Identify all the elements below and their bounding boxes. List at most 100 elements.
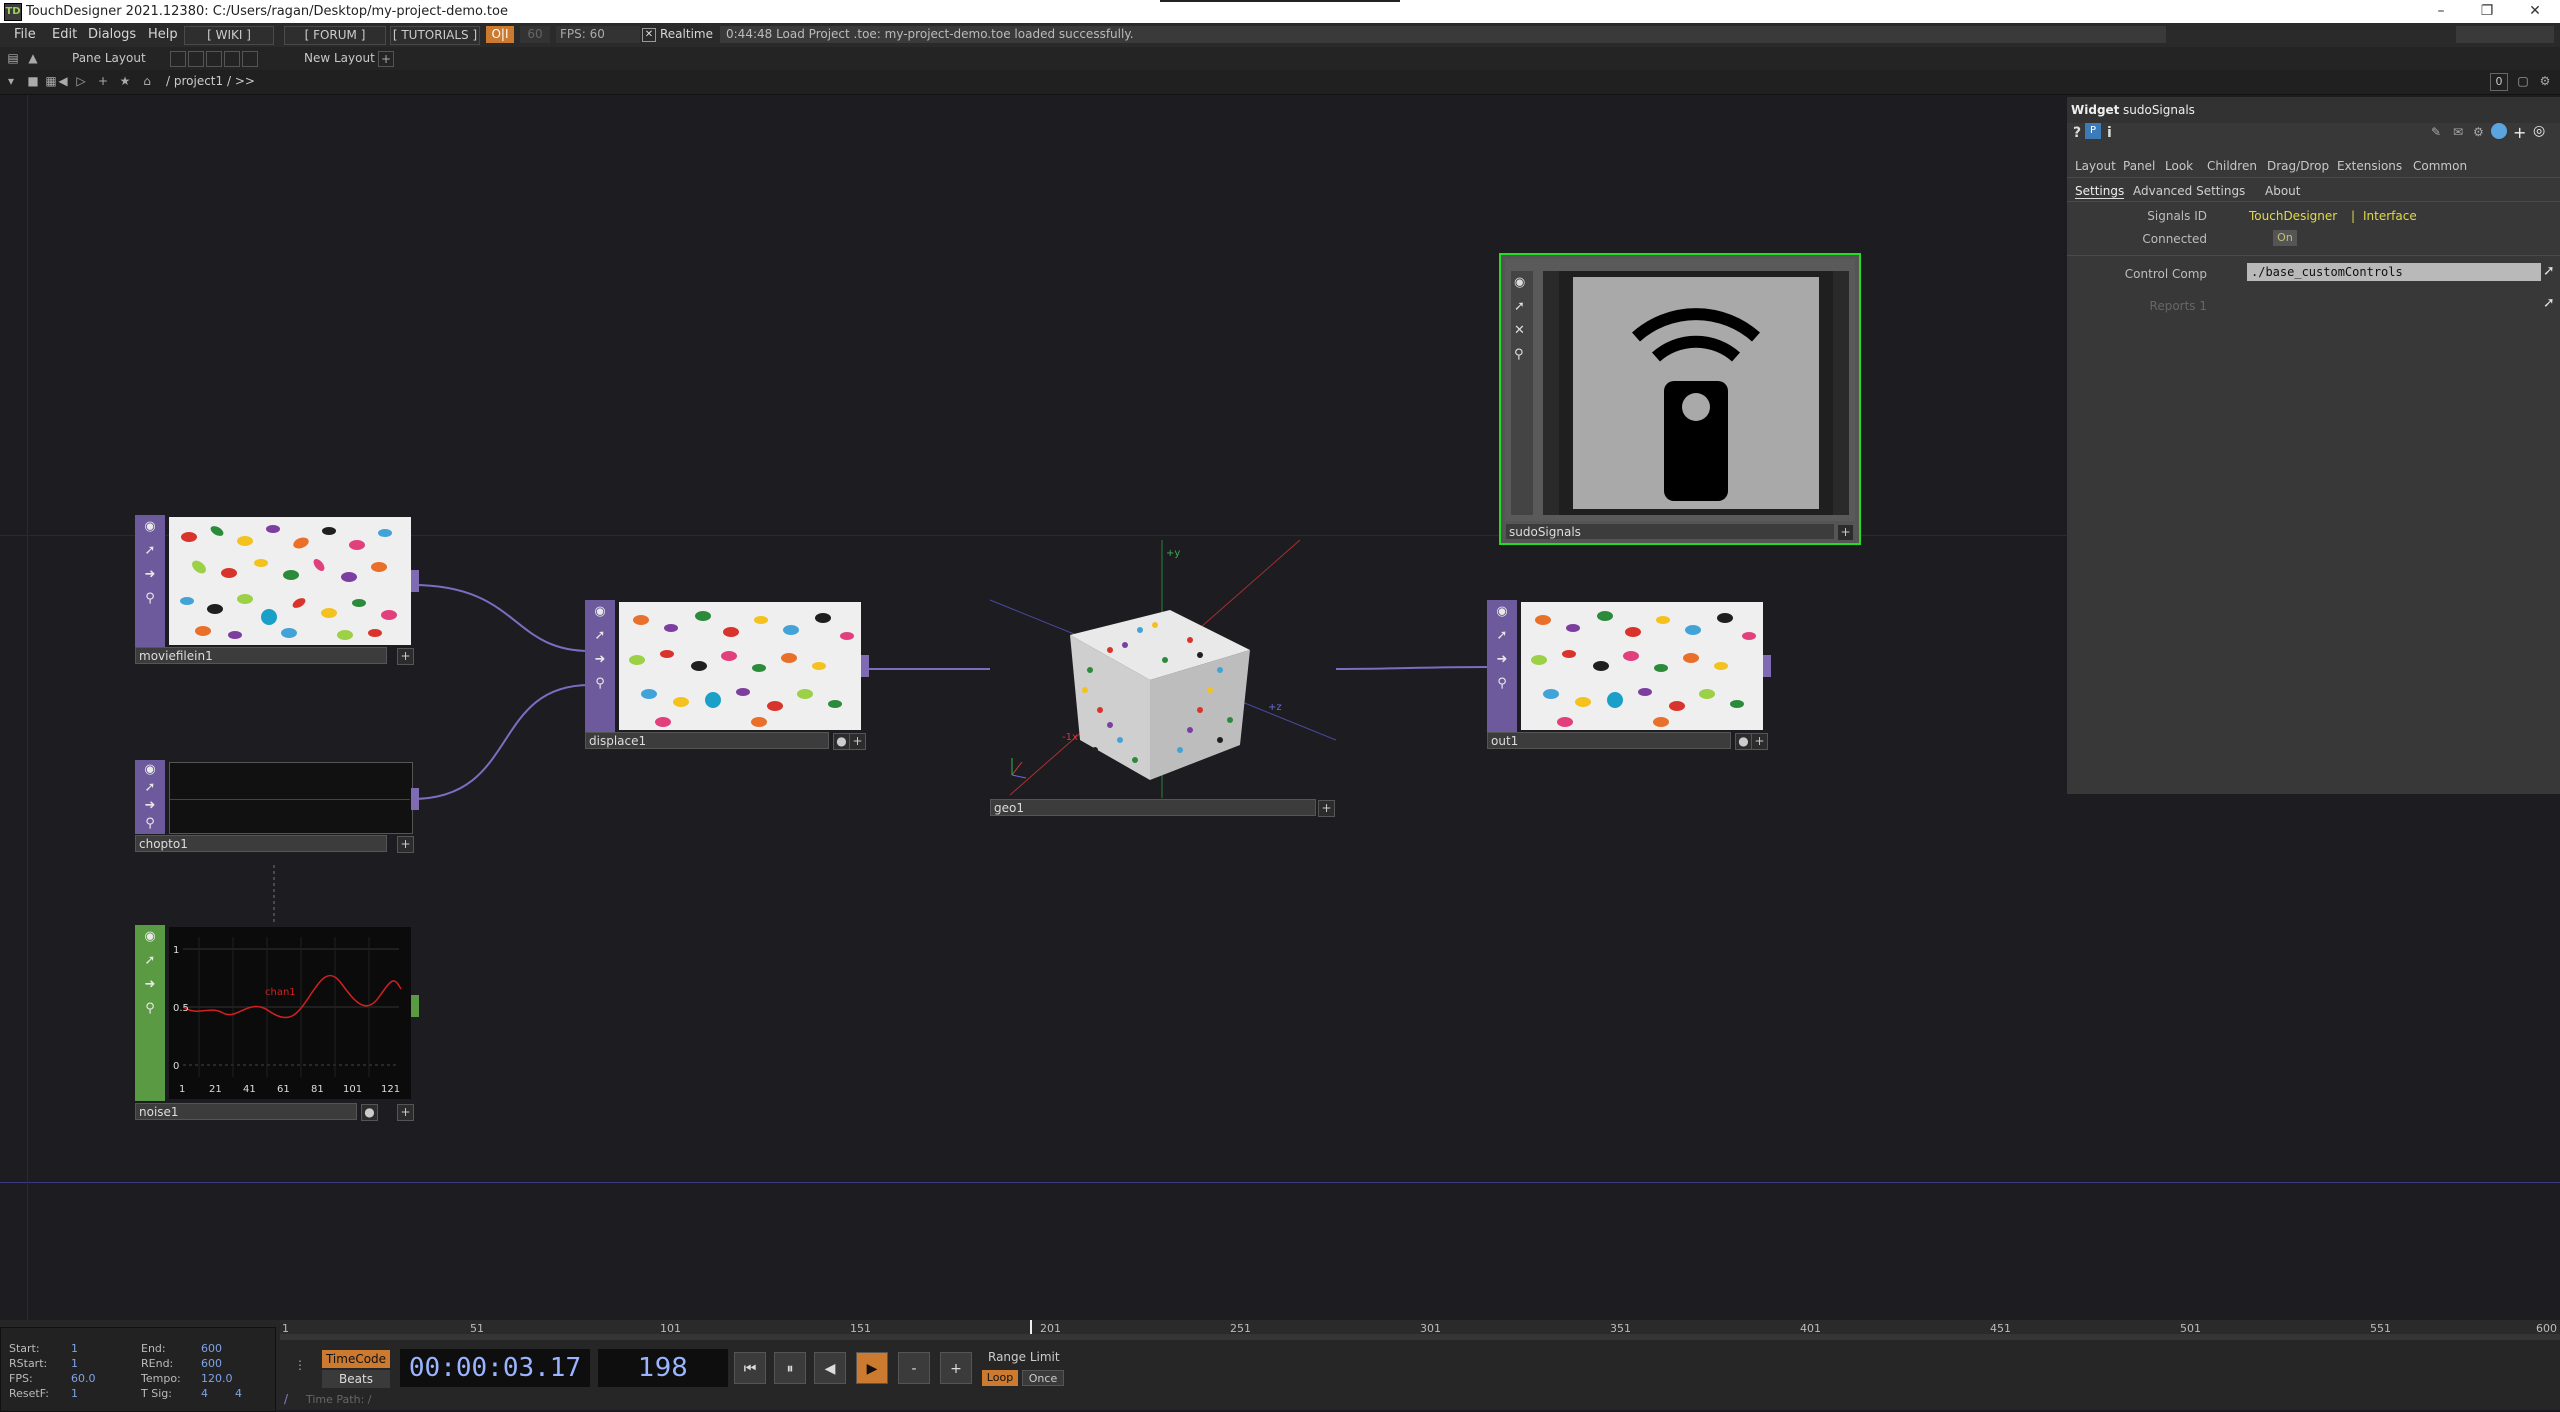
- beats-mode-button[interactable]: Beats: [322, 1370, 390, 1388]
- home-icon[interactable]: ⌂: [140, 74, 154, 88]
- playhead[interactable]: [1030, 1320, 1032, 1334]
- close-icon[interactable]: ✕: [2512, 0, 2558, 23]
- pick-op-icon[interactable]: ➚: [2543, 263, 2555, 279]
- display-icon[interactable]: ➜: [592, 652, 608, 668]
- viewer-icon[interactable]: ◉: [142, 929, 158, 945]
- forward-icon[interactable]: ▷: [74, 74, 88, 88]
- menu-dialogs[interactable]: Dialogs: [88, 27, 136, 42]
- node-label[interactable]: geo1: [990, 799, 1316, 816]
- target-icon[interactable]: ◎: [2533, 123, 2545, 139]
- back-icon[interactable]: ◀: [56, 74, 70, 88]
- bypass-icon[interactable]: ➚: [1494, 628, 1510, 644]
- timeline-range-bar[interactable]: [280, 1334, 2560, 1340]
- add-node-icon[interactable]: +: [397, 836, 414, 853]
- node-noise[interactable]: ◉ ➚ ➜ ⚲ 1 0.5 0 chan1 1 21 41 61 81 101 …: [135, 925, 419, 1121]
- add-node-icon[interactable]: +: [1318, 800, 1335, 817]
- start-value[interactable]: 1: [71, 1342, 78, 1355]
- output-connector[interactable]: [411, 570, 419, 592]
- network-path[interactable]: / project1 / >>: [166, 74, 255, 88]
- tempo-value[interactable]: 120.0: [201, 1372, 233, 1385]
- settings-icon[interactable]: ⚙: [2538, 74, 2552, 88]
- tab-drag-drop[interactable]: Drag/Drop: [2267, 159, 2329, 173]
- node-label[interactable]: displace1: [585, 732, 829, 749]
- operator-name[interactable]: sudoSignals: [2123, 103, 2195, 117]
- step-back-button[interactable]: ◀: [814, 1352, 846, 1384]
- output-connector[interactable]: [861, 655, 869, 677]
- dropdown-icon[interactable]: ▾: [4, 74, 18, 88]
- tab-common[interactable]: Common: [2413, 159, 2467, 173]
- layout-three-icon[interactable]: [224, 51, 240, 67]
- resetf-value[interactable]: 1: [71, 1387, 78, 1400]
- node-out[interactable]: ◉ ➚ ➜ ⚲ out1 ● +: [1487, 600, 1771, 750]
- display-icon[interactable]: ➜: [142, 977, 158, 993]
- layout-hsplit-icon[interactable]: [206, 51, 222, 67]
- tsig-value-1[interactable]: 4: [201, 1387, 208, 1400]
- node-chopto[interactable]: ◉ ➚ ➜ ⚲ chopto1 +: [135, 760, 419, 853]
- pane-layout-label[interactable]: Pane Layout: [72, 51, 146, 65]
- node-displace[interactable]: ◉ ➚ ➜ ⚲ displace1 ● +: [585, 600, 869, 750]
- python-help-icon[interactable]: P: [2085, 123, 2101, 139]
- realtime-checkbox[interactable]: ✕: [642, 28, 656, 42]
- node-label[interactable]: moviefilein1: [135, 647, 387, 664]
- menu-edit[interactable]: Edit: [52, 27, 77, 42]
- node-moviefilein[interactable]: ◉ ➚ ➜ ⚲ moviefilein1 +: [135, 515, 419, 665]
- viewer-icon[interactable]: ◉: [142, 519, 158, 535]
- display-icon[interactable]: ➜: [142, 567, 158, 583]
- rewind-button[interactable]: ⏮: [734, 1352, 766, 1384]
- play-button[interactable]: ▶: [856, 1352, 888, 1384]
- lock-icon[interactable]: ⚲: [592, 676, 608, 692]
- rend-value[interactable]: 600: [201, 1357, 222, 1370]
- layout-single-icon[interactable]: [170, 51, 186, 67]
- edit-icon[interactable]: ✎: [2431, 125, 2441, 139]
- step-minus-button[interactable]: -: [898, 1352, 930, 1384]
- flag-icon[interactable]: ●: [361, 1104, 378, 1121]
- output-connector[interactable]: [1763, 655, 1771, 677]
- display-icon[interactable]: ➜: [1494, 652, 1510, 668]
- display-icon[interactable]: ➜: [142, 798, 158, 814]
- forum-button[interactable]: [ FORUM ]: [284, 26, 386, 45]
- viewer-icon[interactable]: ◉: [1494, 604, 1510, 620]
- node-label[interactable]: noise1: [135, 1103, 357, 1120]
- stop-icon[interactable]: ■: [26, 74, 40, 88]
- step-plus-button[interactable]: +: [940, 1352, 972, 1384]
- end-value[interactable]: 600: [201, 1342, 222, 1355]
- bookmark-star-icon[interactable]: ★: [118, 74, 132, 88]
- pause-button[interactable]: ⏸: [774, 1352, 806, 1384]
- subtab-advanced-settings[interactable]: Advanced Settings: [2133, 184, 2245, 198]
- add-node-icon[interactable]: +: [1751, 733, 1768, 750]
- output-connector[interactable]: [411, 995, 419, 1017]
- signals-id-interface[interactable]: Interface: [2363, 209, 2417, 223]
- menu-dots-icon[interactable]: ⋮: [294, 1358, 306, 1372]
- tab-layout[interactable]: Layout: [2075, 159, 2116, 173]
- loop-button[interactable]: Loop: [982, 1370, 1018, 1386]
- tab-panel[interactable]: Panel: [2123, 159, 2155, 173]
- bypass-icon[interactable]: ➚: [592, 628, 608, 644]
- add-node-icon[interactable]: +: [1837, 524, 1854, 541]
- bypass-icon[interactable]: ➚: [1514, 299, 1525, 314]
- connected-toggle[interactable]: On: [2273, 230, 2297, 246]
- search-field[interactable]: [2456, 26, 2554, 43]
- help-icon[interactable]: ?: [2073, 125, 2081, 141]
- node-icon[interactable]: ⚙: [2473, 125, 2484, 139]
- lock-icon[interactable]: ⚲: [142, 1001, 158, 1017]
- frame-display[interactable]: 198: [598, 1349, 728, 1387]
- tutorials-button[interactable]: [ TUTORIALS ]: [390, 26, 480, 45]
- lock-icon[interactable]: ⚲: [1494, 676, 1510, 692]
- lock-icon[interactable]: ⚲: [142, 816, 158, 832]
- once-button[interactable]: Once: [1022, 1370, 1064, 1386]
- timecode-display[interactable]: 00:00:03.17: [400, 1349, 590, 1387]
- menu-help[interactable]: Help: [148, 27, 178, 42]
- restore-icon[interactable]: ❐: [2464, 0, 2510, 23]
- viewer-icon[interactable]: ◉: [592, 604, 608, 620]
- node-label[interactable]: sudoSignals: [1505, 523, 1835, 540]
- viewer-icon[interactable]: ◉: [142, 762, 158, 778]
- node-label[interactable]: chopto1: [135, 835, 387, 852]
- signals-id-value[interactable]: TouchDesigner: [2249, 209, 2337, 223]
- tsig-value-2[interactable]: 4: [235, 1387, 242, 1400]
- pick-op-icon[interactable]: ➚: [2543, 295, 2555, 311]
- timecode-mode-button[interactable]: TimeCode: [322, 1350, 390, 1368]
- add-icon[interactable]: +: [96, 74, 110, 88]
- delete-icon[interactable]: ✕: [1514, 323, 1525, 338]
- add-icon[interactable]: +: [2513, 123, 2526, 142]
- layout-split-icon[interactable]: [188, 51, 204, 67]
